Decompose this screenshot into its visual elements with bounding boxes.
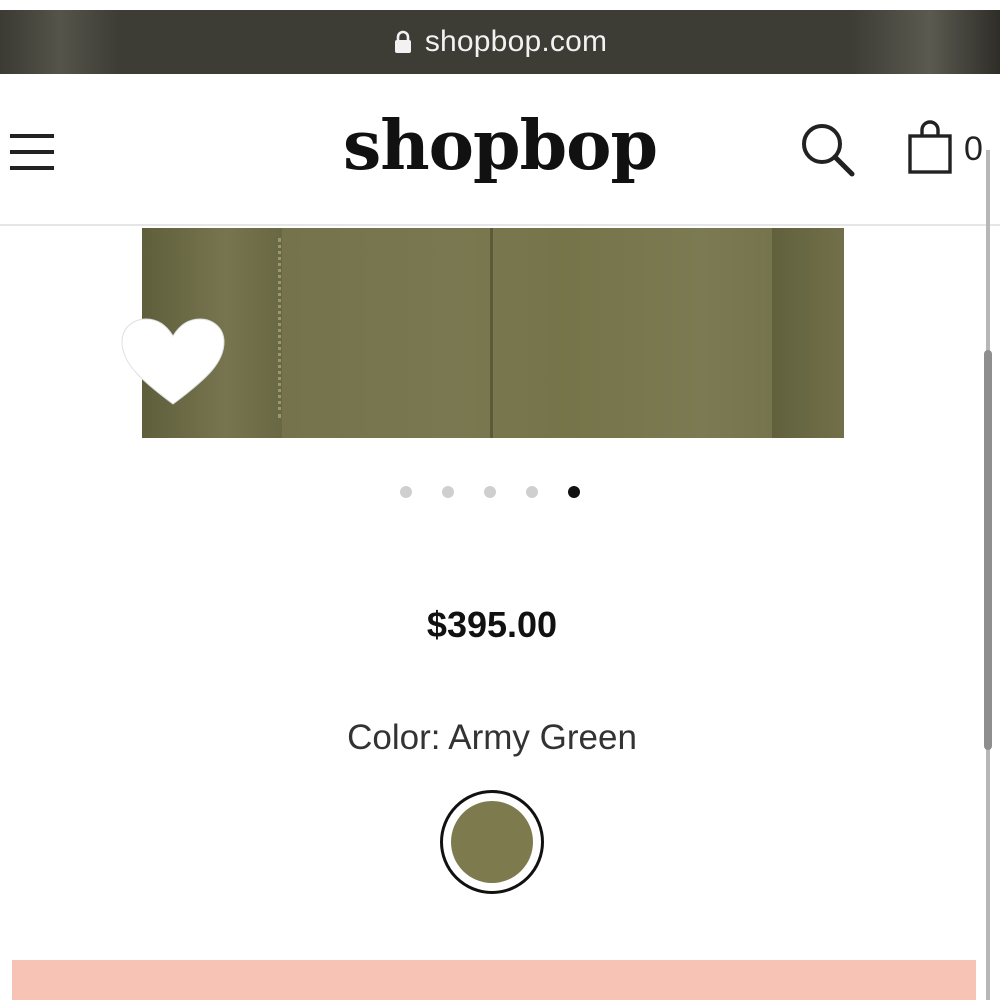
product-price: $395.00 [426, 604, 558, 645]
browser-url-bar[interactable]: shopbop.com [0, 10, 1000, 74]
product-image[interactable] [142, 228, 844, 438]
shopping-bag-icon[interactable] [906, 120, 954, 176]
carousel-dot[interactable] [442, 486, 454, 498]
lock-icon [394, 30, 411, 53]
url-display[interactable]: shopbop.com [393, 25, 607, 59]
fabric-seam [490, 228, 493, 438]
carousel-dot[interactable] [400, 486, 412, 498]
bag-count: 0 [964, 130, 983, 168]
swatch-fill [451, 801, 533, 883]
color-swatch-army-green[interactable] [440, 790, 544, 894]
fabric-stitch [264, 238, 281, 418]
fabric-fold [772, 228, 844, 438]
color-label: Color: Army Green [347, 718, 637, 757]
carousel-dot[interactable] [484, 486, 496, 498]
carousel-dots [400, 484, 580, 500]
carousel-dot[interactable] [526, 486, 538, 498]
scrollbar-thumb[interactable] [984, 350, 992, 750]
page: shopbop.com shopbop 0 $395.00 Color: Arm… [0, 0, 1000, 1000]
url-text: shopbop.com [424, 25, 608, 58]
site-header: shopbop 0 [0, 74, 1000, 226]
carousel-dot-active[interactable] [568, 486, 580, 498]
search-icon[interactable] [796, 118, 858, 180]
add-to-bag-button[interactable] [12, 960, 976, 1000]
heart-icon[interactable] [118, 316, 228, 408]
